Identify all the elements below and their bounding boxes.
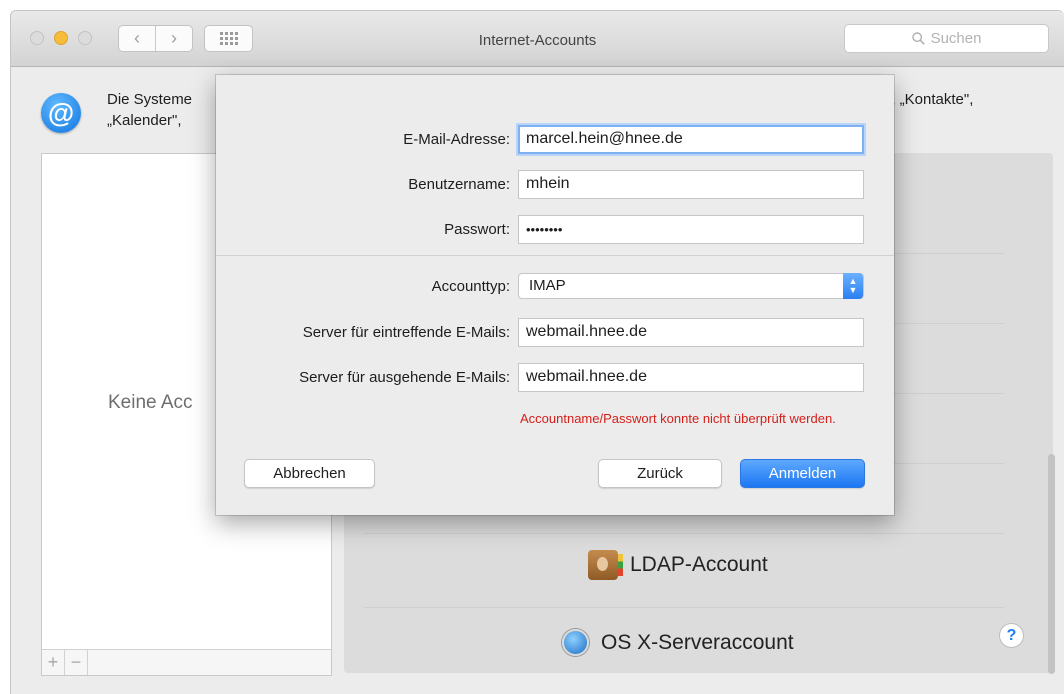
account-type-value: IMAP xyxy=(529,277,566,294)
provider-label: OS X-Serveraccount xyxy=(601,630,794,654)
dialog-divider xyxy=(216,255,894,256)
username-field[interactable]: mhein xyxy=(518,170,864,199)
incoming-server-label: Server für eintreffende E-Mails: xyxy=(302,324,510,341)
account-type-label: Accounttyp: xyxy=(431,278,510,295)
username-label: Benutzername: xyxy=(408,176,510,193)
account-setup-dialog: E-Mail-Adresse: marcel.hein@hnee.de Benu… xyxy=(216,75,894,515)
row-divider xyxy=(364,533,1004,534)
email-field[interactable]: marcel.hein@hnee.de xyxy=(518,125,864,154)
provider-ldap[interactable]: LDAP-Account xyxy=(588,550,768,580)
back-button-dialog[interactable]: Zurück xyxy=(598,459,722,488)
header-text-line2: „Kalender", xyxy=(107,112,182,129)
incoming-server-field[interactable]: webmail.hnee.de xyxy=(518,318,864,347)
outgoing-server-field[interactable]: webmail.hnee.de xyxy=(518,363,864,392)
account-type-select[interactable]: IMAP ▲ ▼ xyxy=(518,273,864,299)
remove-account-button[interactable]: − xyxy=(65,650,88,675)
help-button[interactable]: ? xyxy=(999,623,1024,648)
address-book-icon xyxy=(588,550,623,580)
cancel-button[interactable]: Abbrechen xyxy=(244,459,375,488)
provider-osx-server[interactable]: OS X-Serveraccount xyxy=(562,629,794,656)
app-window: ‹ › Internet-Accounts Suchen @ Die Syste… xyxy=(10,10,1064,694)
header-description: Die Systeme „Kalender", xyxy=(107,89,192,131)
error-message: Accountname/Passwort konnte nicht überpr… xyxy=(520,411,836,426)
search-icon xyxy=(911,32,925,45)
password-label: Passwort: xyxy=(444,221,510,238)
internet-accounts-icon: @ xyxy=(41,93,81,133)
outgoing-server-label: Server für ausgehende E-Mails: xyxy=(299,369,510,386)
globe-icon xyxy=(562,629,589,656)
search-field[interactable]: Suchen xyxy=(844,24,1049,53)
search-placeholder: Suchen xyxy=(930,30,982,47)
password-field[interactable]: •••••••• xyxy=(518,215,864,244)
list-footer: + − xyxy=(42,649,331,675)
no-accounts-text: Keine Acc xyxy=(108,392,193,413)
row-divider xyxy=(364,607,1004,608)
title-bar: ‹ › Internet-Accounts Suchen xyxy=(11,11,1064,67)
sign-in-button[interactable]: Anmelden xyxy=(740,459,865,488)
email-label: E-Mail-Adresse: xyxy=(403,131,510,148)
add-account-button[interactable]: + xyxy=(42,650,65,675)
header-text-line1: Die Systeme xyxy=(107,91,193,108)
chevron-updown-icon: ▲ ▼ xyxy=(843,273,863,299)
scrollbar[interactable] xyxy=(1048,454,1055,674)
provider-label: LDAP-Account xyxy=(630,553,768,576)
